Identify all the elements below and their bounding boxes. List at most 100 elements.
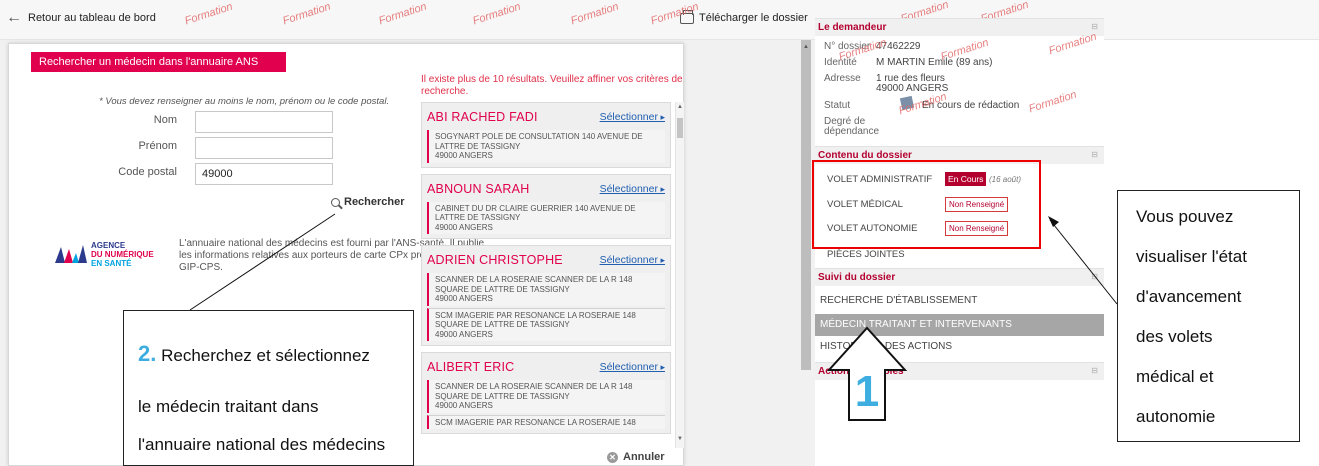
doctor-name: ADRIEN CHRISTOPHE: [427, 253, 563, 267]
scrollbar-thumb[interactable]: [677, 118, 683, 138]
nav-recherche-etablissement[interactable]: RECHERCHE D'ÉTABLISSEMENT: [815, 290, 1104, 312]
document-edit-icon: [899, 95, 915, 111]
identite-value: M MARTIN Emile (89 ans): [876, 57, 993, 68]
callout-line: d'avancement: [1136, 287, 1242, 306]
section-title-text: Suivi du dossier: [818, 272, 896, 283]
logo-line: DU NUMÉRIQUE: [91, 250, 154, 259]
download-label: Télécharger le dossier: [699, 12, 808, 24]
doctor-address: CABINET DU DR CLAIRE GUERRIER 140 AVENUE…: [427, 201, 665, 234]
callout-line: des volets: [1136, 327, 1213, 346]
statut-label: Statut: [824, 100, 851, 111]
adresse-line2: 49000 ANGERS: [876, 83, 949, 94]
address-line: SCANNER DE LA ROSERAIE SCANNER DE LA R 1…: [435, 382, 633, 401]
callout-line: Recherchez et sélectionnez: [161, 346, 370, 365]
address-line: CABINET DU DR CLAIRE GUERRIER 140 AVENUE…: [435, 203, 636, 223]
download-file-button[interactable]: Télécharger le dossier: [680, 9, 808, 24]
address-line: SOGYNART POLE DE CONSULTATION 140 AVENUE…: [435, 132, 643, 151]
step-two-number: 2.: [138, 341, 157, 366]
up-arrow-annotation: 1: [827, 326, 907, 421]
select-doctor-link[interactable]: Sélectionner: [600, 361, 665, 373]
results-list: ABI RACHED FADI Sélectionner SOGYNART POLE…: [421, 102, 675, 448]
address-city: 49000 ANGERS: [435, 401, 493, 410]
callout-line: l'annuaire national des médecins: [138, 435, 386, 454]
address-city: 49000 ANGERS: [435, 222, 493, 232]
address-city: 49000 ANGERS: [435, 151, 493, 160]
doctor-address: SCANNER DE LA ROSERAIE SCANNER DE LA R 1…: [427, 380, 665, 413]
callout-step-2: 2. Recherchez et sélectionnez le médecin…: [123, 310, 414, 466]
back-to-dashboard-link[interactable]: ← Retour au tableau de bord: [6, 9, 156, 26]
ans-logo-mark: [55, 245, 87, 263]
scroll-up-icon[interactable]: ▲: [677, 104, 683, 110]
doctor-name: ABI RACHED FADI: [427, 110, 538, 124]
collapse-icon[interactable]: ⊟: [1091, 22, 1098, 31]
highlight-box: [812, 160, 1041, 249]
doctor-address: SCM IMAGERIE PAR RESONANCE LA ROSERAIE 1…: [427, 414, 665, 429]
step-one-number: 1: [855, 367, 879, 416]
doctor-result-card: ADRIEN CHRISTOPHE Sélectionner SCANNER DE …: [421, 245, 671, 346]
statut-value: En cours de rédaction: [922, 100, 1020, 111]
doctor-result-card: ABNOUN SARAH Sélectionner CABINET DU DR CL…: [421, 173, 671, 239]
results-message: Il existe plus de 10 résultats. Veuillez…: [421, 74, 683, 97]
degre-label-2: dépendance: [824, 126, 880, 137]
required-note: * Vous devez renseigner au moins le nom,…: [99, 96, 390, 107]
pieces-jointes-link[interactable]: PIÈCES JOINTES: [827, 249, 905, 260]
code-postal-input[interactable]: [195, 163, 333, 185]
ans-logo: AGENCE DU NUMÉRIQUE EN SANTÉ: [53, 237, 173, 273]
nom-label: Nom: [153, 114, 177, 126]
callout-line: visualiser l'état: [1136, 247, 1247, 266]
search-icon: [331, 197, 340, 207]
doctor-address: SCM IMAGERIE PAR RESONANCE LA ROSERAIE 1…: [427, 307, 665, 341]
close-icon: ✕: [607, 451, 618, 463]
panel-scrollbar[interactable]: ▲: [801, 40, 811, 370]
doctor-address: SCANNER DE LA ROSERAIE SCANNER DE LA R 1…: [427, 273, 665, 306]
arrow-left-icon: ←: [6, 9, 22, 26]
top-bar: ← Retour au tableau de bord Télécharger …: [0, 0, 1319, 40]
address-line: SCM IMAGERIE PAR RESONANCE LA ROSERAIE 1…: [435, 310, 636, 330]
doctor-result-header: ALIBERT ERIC Sélectionner: [427, 357, 665, 377]
address-line: SCM IMAGERIE PAR RESONANCE LA ROSERAIE 1…: [435, 417, 636, 427]
nom-input[interactable]: [195, 111, 333, 133]
cancel-button[interactable]: ✕ Annuler: [607, 451, 665, 463]
address-city: 49000 ANGERS: [435, 329, 493, 339]
doctor-result-header: ABNOUN SARAH Sélectionner: [427, 179, 665, 199]
address-line: SCANNER DE LA ROSERAIE SCANNER DE LA R 1…: [435, 275, 633, 294]
doctor-result-card: ABI RACHED FADI Sélectionner SOGYNART POLE…: [421, 102, 671, 168]
search-label: Rechercher: [344, 196, 405, 208]
section-demandeur-title: Le demandeur ⊟: [815, 18, 1104, 36]
prenom-label: Prénom: [138, 140, 177, 152]
callout-line: le médecin traitant dans: [138, 397, 319, 416]
select-doctor-link[interactable]: Sélectionner: [600, 254, 665, 266]
dossier-label: N° dossier: [824, 41, 871, 52]
callout-line: autonomie: [1136, 407, 1216, 426]
collapse-icon[interactable]: ⊟: [1091, 272, 1098, 281]
adresse-label: Adresse: [824, 73, 861, 84]
callout-line: Vous pouvez: [1136, 207, 1234, 226]
doctor-name: ALIBERT ERIC: [427, 360, 515, 374]
collapse-icon[interactable]: ⊟: [1091, 150, 1098, 159]
select-doctor-link[interactable]: Sélectionner: [600, 111, 665, 123]
select-doctor-link[interactable]: Sélectionner: [600, 183, 665, 195]
doctor-result-card: ALIBERT ERIC Sélectionner SCANNER DE LA RO…: [421, 352, 671, 434]
prenom-input[interactable]: [195, 137, 333, 159]
identite-label: Identité: [824, 57, 857, 68]
collapse-icon[interactable]: ⊟: [1091, 366, 1098, 375]
ans-logo-text: AGENCE DU NUMÉRIQUE EN SANTÉ: [91, 241, 154, 268]
results-scrollbar[interactable]: ▲ ▼: [675, 102, 684, 448]
doctor-address: SOGYNART POLE DE CONSULTATION 140 AVENUE…: [427, 130, 665, 163]
cancel-label: Annuler: [623, 451, 665, 463]
doctor-result-header: ABI RACHED FADI Sélectionner: [427, 107, 665, 127]
address-city: 49000 ANGERS: [435, 294, 493, 303]
modal-title: Rechercher un médecin dans l'annuaire AN…: [31, 52, 286, 72]
dossier-value: 47462229: [876, 41, 921, 52]
logo-line: AGENCE: [91, 241, 126, 250]
doctor-name: ABNOUN SARAH: [427, 181, 530, 196]
search-button[interactable]: Rechercher: [331, 196, 405, 208]
code-postal-label: Code postal: [118, 166, 177, 178]
callout-line: médical et: [1136, 367, 1214, 386]
scroll-down-icon[interactable]: ▼: [677, 436, 683, 442]
back-label: Retour au tableau de bord: [28, 12, 156, 24]
scroll-up-icon[interactable]: ▲: [803, 44, 809, 50]
section-suivi-title: Suivi du dossier ⊟: [815, 268, 1104, 286]
printer-icon: [680, 9, 694, 24]
callout-progress: Vous pouvez visualiser l'état d'avanceme…: [1117, 190, 1300, 442]
